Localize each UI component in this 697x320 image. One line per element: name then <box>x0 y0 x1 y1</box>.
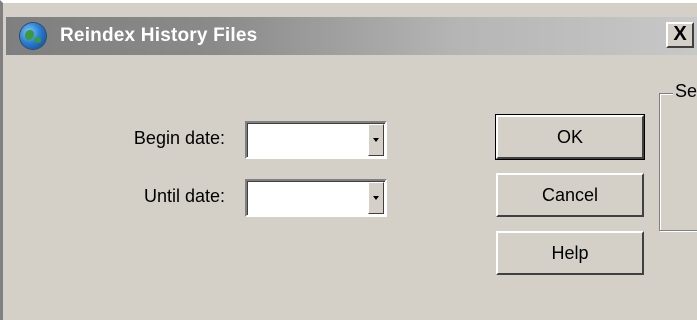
begin-date-label: Begin date: <box>133 128 225 148</box>
close-button[interactable]: X <box>666 22 694 48</box>
until-date-dropdown-button[interactable] <box>368 182 384 214</box>
until-date-label: Until date: <box>143 186 225 206</box>
begin-date-combo[interactable] <box>245 121 387 159</box>
window-title: Reindex History Files <box>60 25 258 46</box>
until-date-combo[interactable] <box>245 179 387 217</box>
groupbox-label: Se <box>673 81 697 102</box>
begin-date-dropdown-button[interactable] <box>368 124 384 156</box>
ok-button[interactable]: OK <box>495 114 645 160</box>
help-button[interactable]: Help <box>496 231 644 275</box>
cancel-button[interactable]: Cancel <box>496 173 644 217</box>
close-icon: X <box>673 23 687 45</box>
dropdown-arrow-icon <box>373 196 379 200</box>
dropdown-arrow-icon <box>373 138 379 142</box>
title-bar[interactable]: Reindex History Files <box>6 17 697 55</box>
settings-groupbox <box>659 93 697 231</box>
globe-icon <box>20 23 46 49</box>
dialog-window: Reindex History Files X Begin date: Unti… <box>0 0 697 320</box>
